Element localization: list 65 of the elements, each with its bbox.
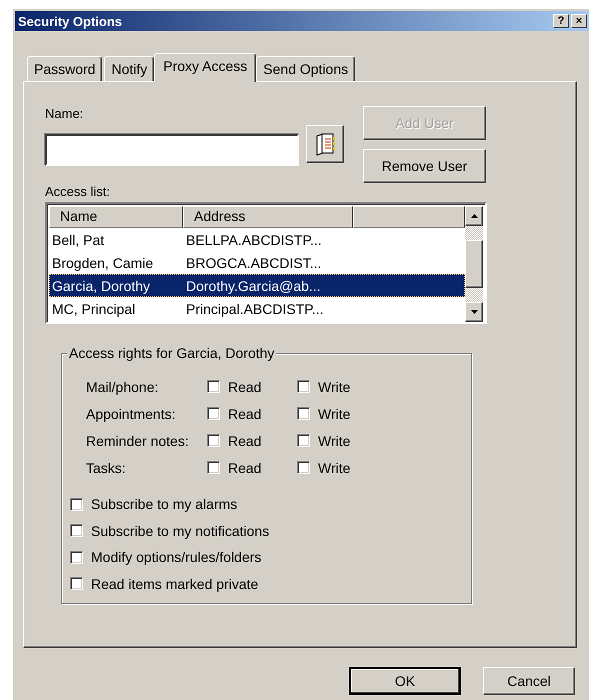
dialog-button[interactable]: OK xyxy=(349,667,461,695)
tab[interactable]: Proxy Access xyxy=(154,53,256,82)
table-cell-text: Bell, Pat xyxy=(51,232,106,248)
checkbox-label[interactable]: Read xyxy=(228,432,262,448)
permission-label: Tasks: xyxy=(85,460,127,476)
checkbox[interactable] xyxy=(207,434,220,447)
checkbox-label[interactable]: Subscribe to my alarms xyxy=(91,496,238,512)
checkbox[interactable] xyxy=(70,577,83,590)
list-row[interactable]: Brogden, Camie BROGCA.ABCDIST... xyxy=(49,251,465,274)
column-header[interactable]: Name xyxy=(49,206,183,228)
scrollbar[interactable] xyxy=(465,206,483,322)
table-cell-text: BROGCA.ABCDIST... xyxy=(185,254,322,270)
name-field[interactable] xyxy=(45,134,299,166)
table-cell-text: Garcia, Dorothy xyxy=(51,278,152,294)
checkbox[interactable] xyxy=(297,461,310,474)
down-arrow-icon xyxy=(470,310,478,314)
tab[interactable]: Password xyxy=(27,56,102,81)
table-cell-text: Brogden, Camie xyxy=(51,254,154,270)
list-row[interactable]: Bell, Pat BELLPA.ABCDISTP... xyxy=(49,228,465,251)
checkbox-label[interactable]: Read xyxy=(228,378,262,394)
checkbox[interactable] xyxy=(207,380,220,393)
checkbox-label[interactable]: Read xyxy=(228,460,262,476)
window-title: Security Options xyxy=(18,14,124,28)
checkbox[interactable] xyxy=(70,550,83,564)
checkbox-label[interactable]: Read items marked private xyxy=(91,576,258,592)
tab[interactable]: Notify xyxy=(104,56,154,81)
checkbox-label[interactable]: Subscribe to my notifications xyxy=(91,522,270,539)
checkbox-label[interactable]: Write xyxy=(318,460,350,476)
checkbox[interactable] xyxy=(207,407,220,420)
table-cell-text: Dorothy.Garcia@ab... xyxy=(185,278,321,294)
scroll-down-button[interactable] xyxy=(465,302,483,322)
table-cell-text: MC, Principal xyxy=(51,300,136,316)
checkbox-label[interactable]: Modify options/rules/folders xyxy=(91,549,262,566)
checkbox-label[interactable]: Write xyxy=(318,432,350,448)
address-book-icon xyxy=(314,132,336,156)
action-button[interactable]: Remove User xyxy=(363,149,486,183)
checkbox-label[interactable]: Write xyxy=(318,378,350,394)
checkbox-label[interactable]: Read xyxy=(228,406,262,422)
list-row[interactable]: Garcia, Dorothy Dorothy.Garcia@ab... xyxy=(49,274,465,297)
table-cell-text: Principal.ABCDISTP... xyxy=(185,300,324,316)
permission-label: Appointments: xyxy=(85,406,176,422)
group-title: Access rights for Garcia, Dorothy xyxy=(67,345,276,361)
list-label: Access list: xyxy=(45,184,110,199)
permission-label: Mail/phone: xyxy=(85,378,160,394)
scroll-up-button[interactable] xyxy=(465,206,483,226)
checkbox[interactable] xyxy=(297,434,310,447)
checkbox[interactable] xyxy=(207,461,220,474)
column-header[interactable]: Address xyxy=(183,206,353,228)
dialog-button[interactable]: Cancel xyxy=(483,667,575,695)
list-row[interactable]: MC, Principal Principal.ABCDISTP... xyxy=(49,297,465,320)
access-list[interactable]: Name Address Bell, Pat BELLPA.ABCDISTP... Brogden, Camie BROGCA.ABCDIST... Garcia, Dorothy Dorothy.Garcia@ab... MC, Principal Principal.ABCDISTP... xyxy=(45,202,487,324)
permission-label: Reminder notes: xyxy=(85,432,190,448)
field-label: Name: xyxy=(45,106,84,121)
tab[interactable]: Send Options xyxy=(256,56,356,81)
checkbox[interactable] xyxy=(297,407,310,420)
up-arrow-icon xyxy=(470,214,478,218)
address-book-button[interactable] xyxy=(306,125,344,163)
checkbox[interactable] xyxy=(297,380,310,393)
checkbox[interactable] xyxy=(70,524,83,538)
scroll-thumb[interactable] xyxy=(465,240,483,288)
table-cell-text: BELLPA.ABCDISTP... xyxy=(185,232,322,248)
checkbox-label[interactable]: Write xyxy=(318,406,350,422)
help-button[interactable]: ? xyxy=(553,14,569,28)
checkbox[interactable] xyxy=(70,498,83,511)
close-button[interactable]: × xyxy=(571,14,587,28)
